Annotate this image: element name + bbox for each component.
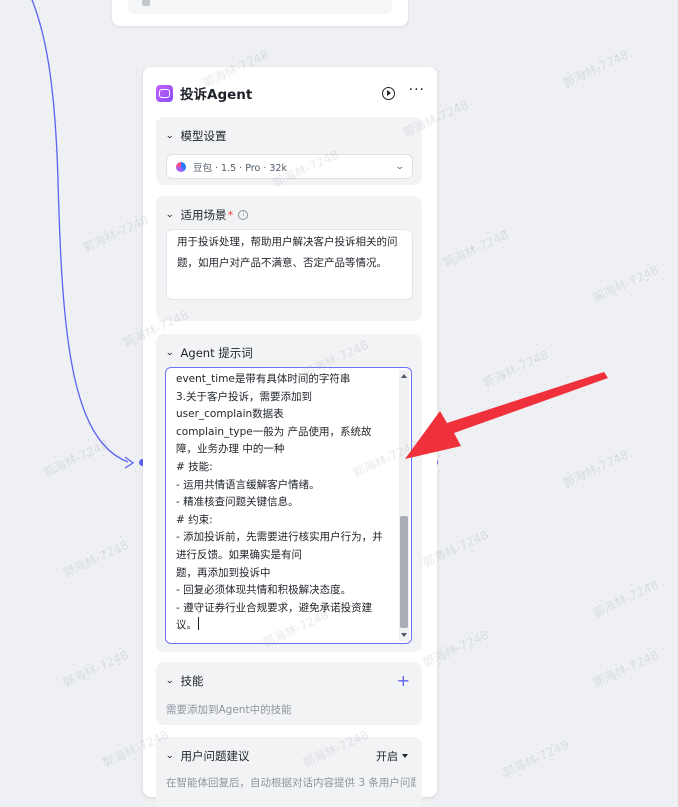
annotation-arrow-icon (405, 372, 608, 459)
